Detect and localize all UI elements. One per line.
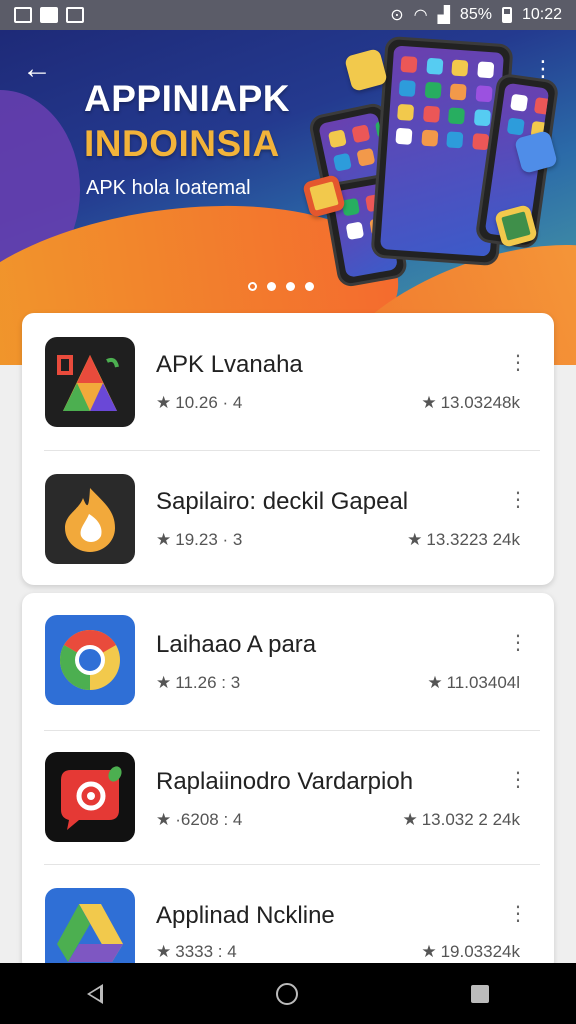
overflow-menu-icon[interactable]: ⋮ bbox=[532, 58, 554, 80]
star-icon: ★ bbox=[407, 530, 423, 549]
fire-icon bbox=[45, 474, 135, 564]
battery-icon bbox=[501, 7, 512, 23]
wifi-icon: ◠ bbox=[413, 7, 428, 24]
app-name: Laihaao A para bbox=[156, 631, 317, 658]
star-icon: ★ bbox=[421, 393, 437, 412]
back-arrow-icon[interactable]: ← bbox=[22, 54, 52, 84]
app-name: Sapilairo: deckil Gapeal bbox=[156, 488, 409, 515]
nav-home-icon[interactable] bbox=[275, 982, 298, 1005]
nav-recents-icon[interactable] bbox=[471, 984, 490, 1003]
star-icon: ★ bbox=[156, 942, 172, 961]
app-rating: ★ 11.26 : 3 bbox=[156, 673, 241, 692]
star-icon: ★ bbox=[156, 393, 172, 412]
app-name: Applinad Nckline bbox=[156, 902, 335, 929]
star-icon: ★ bbox=[402, 810, 418, 829]
app-rating: ★ ·6208 : 4 bbox=[156, 810, 243, 829]
rocket-icon bbox=[45, 752, 135, 842]
star-icon: ★ bbox=[156, 530, 172, 549]
banner-title-line2: INDOINSIA bbox=[84, 123, 280, 164]
location-icon: ⊙ bbox=[390, 7, 404, 24]
list-item[interactable]: Laihaao A para ★ 11.26 : 3 ★ 11.03404l ⋮ bbox=[22, 593, 554, 730]
banner-title: APPINIAPK bbox=[84, 78, 290, 119]
notification-icon bbox=[14, 7, 32, 23]
more-options-icon[interactable]: ⋮ bbox=[508, 490, 528, 510]
star-icon: ★ bbox=[156, 810, 172, 829]
banner-subtitle: APK hola loatemal bbox=[86, 177, 251, 199]
list-item[interactable]: Applinad Nckline ★ 3333 : 4 ★ 19.03324k ⋮ bbox=[22, 864, 554, 978]
star-icon: ★ bbox=[156, 673, 172, 692]
app-downloads: ★ 13.3223 24k bbox=[407, 530, 520, 549]
app-rating: ★ 3333 : 4 bbox=[156, 942, 237, 961]
notification-icon-2 bbox=[40, 7, 58, 23]
chrome-icon bbox=[45, 615, 135, 705]
more-options-icon[interactable]: ⋮ bbox=[508, 353, 528, 373]
apk-a-icon bbox=[45, 337, 135, 427]
system-nav-bar bbox=[0, 963, 576, 1024]
app-list-card: APK Lvanaha ★ 10.26 · 4 ★ 13.03248k ⋮ Sapi… bbox=[22, 313, 554, 585]
battery-percent: 85% bbox=[459, 6, 492, 23]
app-downloads: ★ 13.03248k bbox=[421, 393, 520, 412]
nav-back-icon[interactable] bbox=[86, 983, 103, 1004]
carousel-dot-active[interactable] bbox=[248, 282, 257, 291]
app-downloads: ★ 13.032 2 24k bbox=[402, 810, 520, 829]
app-downloads: ★ 19.03324k bbox=[421, 942, 520, 961]
app-name: Raplaiinodro Vardarpioh bbox=[156, 768, 414, 795]
app-name: APK Lvanaha bbox=[156, 351, 303, 378]
more-options-icon[interactable]: ⋮ bbox=[508, 904, 528, 924]
list-item[interactable]: Raplaiinodro Vardarpioh ★ ·6208 : 4 ★ 13.0… bbox=[22, 730, 554, 867]
app-list-card-2: Laihaao A para ★ 11.26 : 3 ★ 11.03404l ⋮ R… bbox=[22, 593, 554, 978]
star-icon: ★ bbox=[427, 673, 443, 692]
more-options-icon[interactable]: ⋮ bbox=[508, 770, 528, 790]
more-options-icon[interactable]: ⋮ bbox=[508, 633, 528, 653]
carousel-dot[interactable] bbox=[286, 282, 295, 291]
notification-icon-3 bbox=[66, 7, 84, 23]
star-icon: ★ bbox=[421, 942, 437, 961]
signal-icon: ▟ bbox=[437, 7, 450, 24]
list-item[interactable]: Sapilairo: deckil Gapeal ★ 19.23 · 3 ★ 13.… bbox=[22, 450, 554, 587]
carousel-indicator[interactable] bbox=[248, 282, 314, 291]
app-rating: ★ 10.26 · 4 bbox=[156, 393, 243, 412]
app-rating: ★ 19.23 · 3 bbox=[156, 530, 243, 549]
carousel-dot[interactable] bbox=[267, 282, 276, 291]
app-downloads: ★ 11.03404l bbox=[427, 673, 520, 692]
list-item[interactable]: APK Lvanaha ★ 10.26 · 4 ★ 13.03248k ⋮ bbox=[22, 313, 554, 450]
clock: 10:22 bbox=[521, 6, 562, 23]
carousel-dot[interactable] bbox=[305, 282, 314, 291]
status-bar: ⊙ ◠ ▟ 85% 10:22 bbox=[0, 0, 576, 30]
